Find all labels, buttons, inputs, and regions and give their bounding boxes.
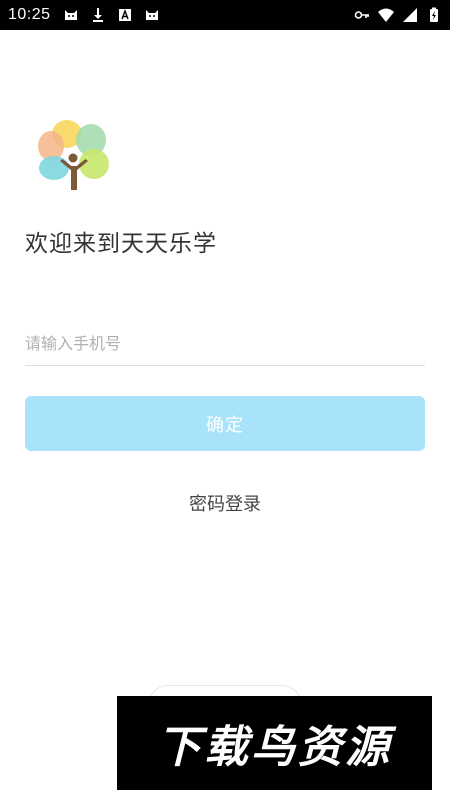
phone-number-input[interactable] bbox=[25, 328, 425, 366]
status-bar: 10:25 bbox=[0, 0, 450, 30]
confirm-button[interactable]: 确定 bbox=[25, 396, 425, 451]
status-notification-icons bbox=[63, 7, 160, 23]
wifi-icon bbox=[378, 7, 394, 23]
cat-app-icon bbox=[144, 7, 160, 23]
app-logo bbox=[36, 116, 114, 194]
watermark-banner: 下载鸟资源 bbox=[117, 696, 432, 790]
status-system-icons bbox=[354, 7, 442, 23]
welcome-title: 欢迎来到天天乐学 bbox=[25, 231, 217, 257]
battery-charging-icon bbox=[426, 7, 442, 23]
password-login-label: 密码登录 bbox=[189, 494, 261, 515]
watermark-text: 下载鸟资源 bbox=[157, 722, 392, 773]
confirm-button-label: 确定 bbox=[206, 414, 244, 436]
signal-icon bbox=[402, 7, 418, 23]
download-icon bbox=[90, 7, 106, 23]
a-app-icon bbox=[117, 7, 133, 23]
cat-app-icon bbox=[63, 7, 79, 23]
status-time: 10:25 bbox=[8, 6, 51, 23]
vpn-key-icon bbox=[354, 7, 370, 23]
password-login-link[interactable]: 密码登录 bbox=[0, 490, 450, 516]
